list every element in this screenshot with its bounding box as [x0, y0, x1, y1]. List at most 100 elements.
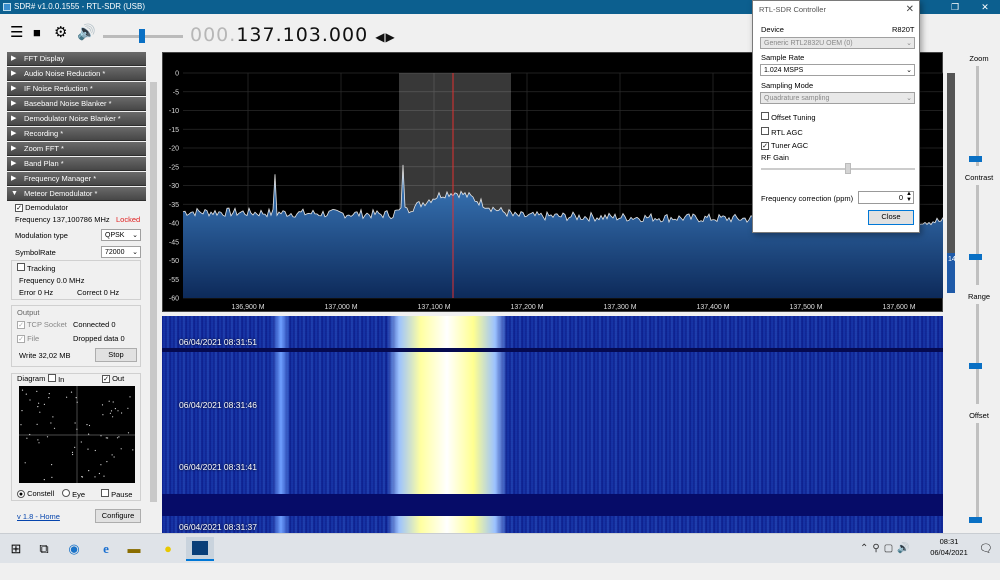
y-tick-label: -45	[169, 239, 179, 246]
panel-header-label: Audio Noise Reduction *	[24, 69, 106, 78]
home-link[interactable]: v 1.8 - Home	[17, 512, 60, 521]
clock-date[interactable]: 06/04/2021	[922, 548, 976, 557]
panel-header[interactable]: ▶ Baseband Noise Blanker *	[7, 97, 146, 111]
menu-icon[interactable]: ☰	[10, 24, 23, 42]
constell-radio[interactable]: ●	[17, 490, 25, 498]
rf-gain-slider[interactable]	[761, 168, 915, 170]
rtl-agc-checkbox[interactable]	[761, 127, 769, 135]
left-panel-scrollbar[interactable]	[149, 62, 158, 532]
eye-label: Eye	[72, 490, 86, 499]
sampling-mode-label: Sampling Mode	[761, 81, 814, 90]
panel-header[interactable]: ▶ Demodulator Noise Blanker *	[7, 112, 146, 126]
waterfall-timestamp: 06/04/2021 08:31:51	[179, 337, 257, 347]
panel-header[interactable]: ▶ Zoom FFT *	[7, 142, 146, 156]
notification-icon[interactable]: 🗨	[976, 539, 996, 559]
meteor-demodulator-panel: ✓ Demodulator Frequency 137,100786 MHz L…	[7, 200, 146, 580]
spinner-arrows-icon[interactable]: ▲ ▼	[906, 191, 912, 203]
panel-header[interactable]: ▶ FFT Display	[7, 52, 146, 66]
eye-radio[interactable]	[62, 489, 70, 497]
symbolrate-select[interactable]: 72000 ⌄	[101, 246, 141, 258]
frequency-step-arrows[interactable]: ◀▶	[375, 30, 395, 44]
configure-button[interactable]: Configure	[95, 509, 141, 523]
y-tick-label: -60	[169, 296, 179, 303]
windows-start-icon[interactable]: ⊞	[6, 539, 26, 559]
y-tick-label: -50	[169, 258, 179, 265]
out-checkbox[interactable]: ✓	[102, 375, 110, 383]
contrast-slider-thumb[interactable]	[969, 254, 982, 260]
volume-slider-thumb[interactable]	[139, 29, 145, 43]
sdrsharp-taskbar-button[interactable]	[186, 537, 214, 561]
panel-header[interactable]: ▶ Band Plan *	[7, 157, 146, 171]
file-explorer-icon[interactable]: ▬	[124, 539, 144, 559]
panel-header[interactable]: ▶ IF Noise Reduction *	[7, 82, 146, 96]
x-tick-label: 137,000 M	[324, 304, 357, 311]
panel-header[interactable]: ▶ Frequency Manager *	[7, 172, 146, 186]
dialog-close-button[interactable]: Close	[868, 210, 914, 225]
y-tick-label: -55	[169, 277, 179, 284]
x-tick-label: 137,600 M	[882, 304, 915, 311]
panel-header-label: Recording *	[24, 129, 64, 138]
panel-header-label: Demodulator Noise Blanker *	[24, 114, 121, 123]
chevron-down-icon: ▼	[11, 190, 18, 197]
chevron-right-icon: ▶	[11, 115, 17, 122]
tracking-checkbox[interactable]	[17, 263, 25, 271]
chevron-right-icon: ▶	[11, 100, 17, 107]
maximize-button[interactable]: ❐	[940, 0, 970, 14]
dialog-close-icon[interactable]: ✕	[906, 1, 914, 19]
stop-button[interactable]: Stop	[95, 348, 137, 362]
close-window-button[interactable]: ✕	[970, 0, 1000, 14]
system-tray-icons[interactable]: ⌃⚲▢🔊	[860, 543, 914, 554]
contrast-slider[interactable]	[976, 185, 979, 285]
chevron-right-icon: ▶	[11, 145, 17, 152]
edge-icon[interactable]: ◉	[64, 539, 84, 559]
app-yellow-icon[interactable]: ●	[158, 539, 178, 559]
task-view-icon[interactable]: ⧉	[34, 539, 54, 559]
chevron-right-icon: ▶	[11, 85, 17, 92]
clock-time[interactable]: 08:31	[928, 537, 970, 546]
output-title: Output	[17, 308, 40, 317]
tcp-socket-checkbox[interactable]: ✓	[17, 321, 25, 329]
file-label: File	[27, 334, 40, 343]
range-slider[interactable]	[976, 304, 979, 404]
speaker-icon[interactable]: 🔊	[77, 24, 96, 42]
chevron-right-icon: ▶	[11, 160, 17, 167]
lock-status: Locked	[116, 215, 141, 224]
file-checkbox[interactable]: ✓	[17, 335, 25, 343]
zoom-slider[interactable]	[976, 66, 979, 166]
waterfall-timestamp: 06/04/2021 08:31:37	[179, 522, 257, 532]
modulation-type-select[interactable]: QPSK ⌄	[101, 229, 141, 241]
y-tick-label: -40	[169, 221, 179, 228]
offset-slider[interactable]	[976, 423, 979, 523]
panel-header[interactable]: ▶ Recording *	[7, 127, 146, 141]
stop-icon[interactable]: ■	[33, 24, 41, 42]
y-tick-label: -20	[169, 146, 179, 153]
freq-correction-input[interactable]: 0 ▲ ▼	[858, 191, 914, 204]
internet-explorer-icon[interactable]: e	[96, 539, 116, 559]
samplerate-label: Sample Rate	[761, 53, 805, 62]
offset-slider-thumb[interactable]	[969, 517, 982, 523]
app-icon	[3, 3, 11, 11]
scrollbar-thumb[interactable]	[150, 82, 157, 502]
panel-header[interactable]: ▼ Meteor Demodulator *	[7, 187, 146, 201]
right-panel: Zoom Contrast Range Offset	[958, 52, 1000, 532]
gear-icon[interactable]: ⚙	[54, 24, 67, 42]
range-slider-thumb[interactable]	[969, 363, 982, 369]
samplerate-select[interactable]: 1.024 MSPS ⌄	[760, 64, 915, 76]
demodulator-checkbox[interactable]: ✓	[15, 204, 23, 212]
waterfall-display[interactable]: 06/04/2021 08:31:51 06/04/2021 08:31:46 06…	[162, 316, 943, 534]
chevron-right-icon: ▶	[11, 70, 17, 77]
volume-slider[interactable]	[103, 29, 183, 43]
rf-gain-slider-thumb[interactable]	[845, 163, 851, 174]
rtl-agc-label: RTL AGC	[771, 128, 803, 137]
tuner-agc-checkbox[interactable]: ✓	[761, 142, 769, 150]
offset-tuning-checkbox[interactable]	[761, 112, 769, 120]
panel-header[interactable]: ▶ Audio Noise Reduction *	[7, 67, 146, 81]
device-select[interactable]: Generic RTL2832U OEM (0) ⌄	[760, 37, 915, 49]
tuner-agc-label: Tuner AGC	[770, 141, 809, 150]
pause-checkbox[interactable]	[101, 489, 109, 497]
chevron-right-icon: ▶	[11, 130, 17, 137]
frequency-display[interactable]: 000.137.103.000 ◀▶	[190, 24, 396, 46]
zoom-slider-thumb[interactable]	[969, 156, 982, 162]
sampling-mode-select[interactable]: Quadrature sampling ⌄	[760, 92, 915, 104]
in-checkbox[interactable]	[48, 374, 56, 382]
